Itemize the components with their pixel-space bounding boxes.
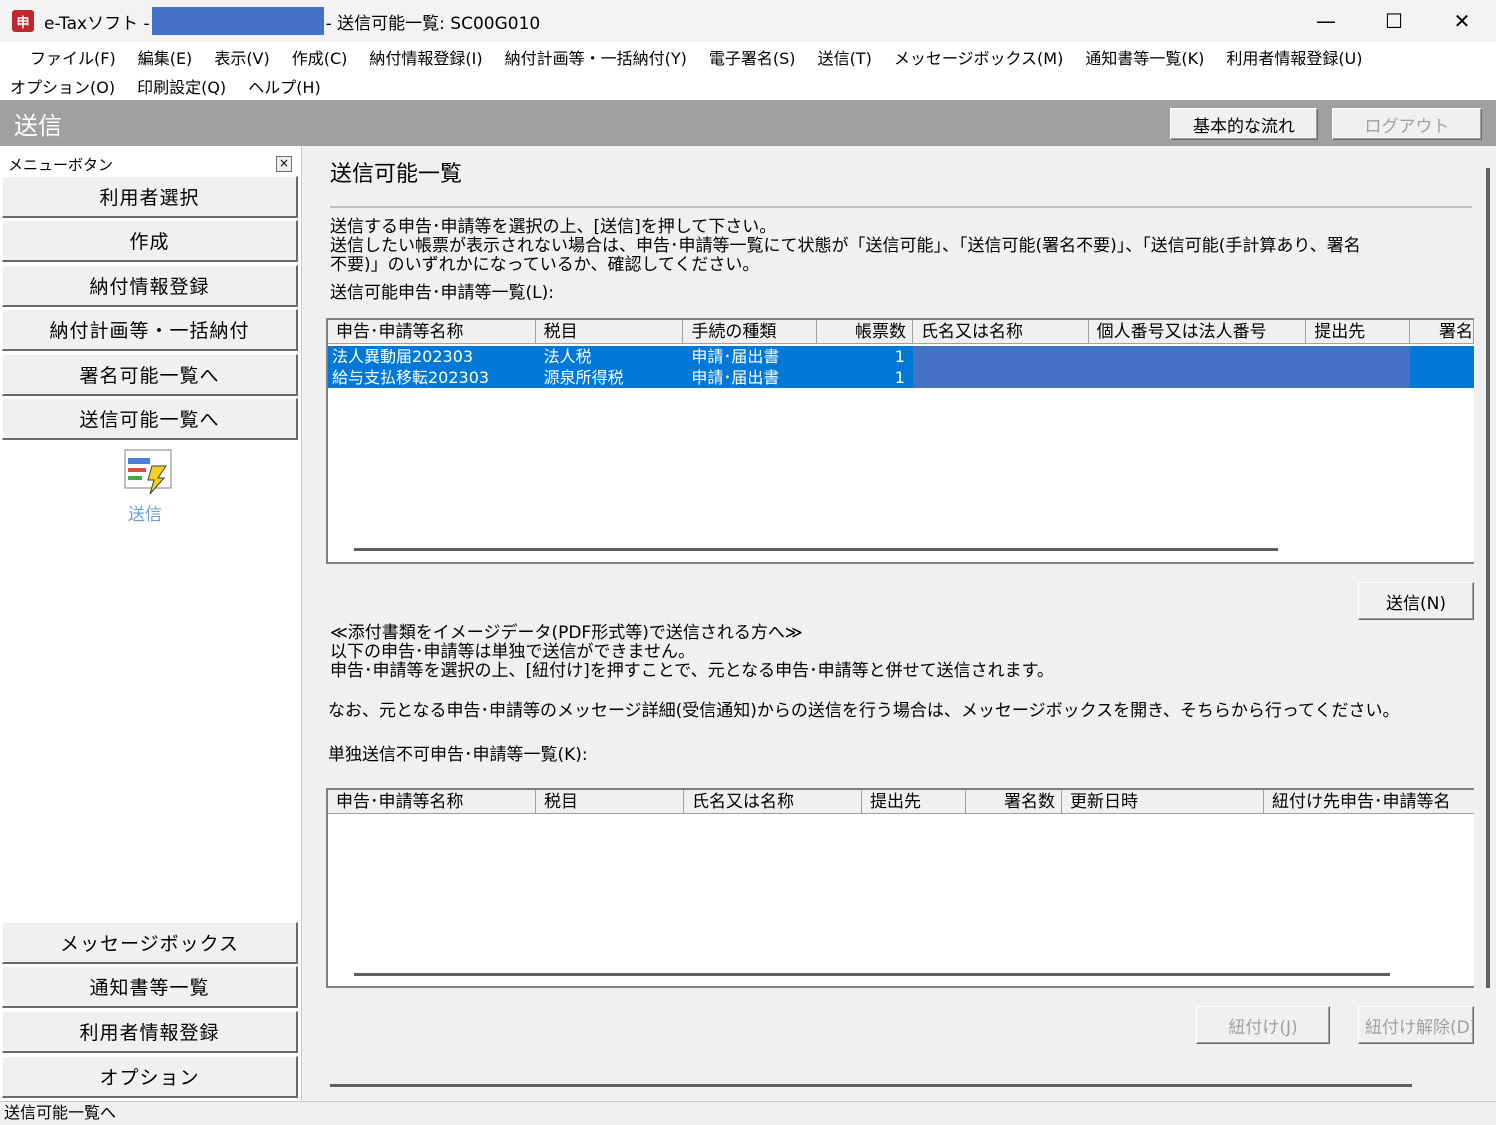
sendable-list-label: 送信可能申告･申請等一覧(L): bbox=[330, 283, 554, 303]
nav-payment-plan-button[interactable]: 納付計画等・一括納付 bbox=[2, 309, 298, 351]
attachment-notice-text-1: 以下の申告･申請等は単独で送信ができません。 bbox=[330, 642, 695, 662]
row-signature bbox=[1410, 346, 1474, 367]
redacted-user-name bbox=[151, 7, 324, 35]
col-header-name[interactable]: 申告･申請等名称 bbox=[328, 320, 536, 343]
redacted-taxpayer-info bbox=[912, 346, 1411, 367]
window-title-prefix: e-Taxソフト - bbox=[44, 13, 150, 34]
menu-signature[interactable]: 電子署名(S) bbox=[709, 45, 806, 69]
menu-help[interactable]: ヘルプ(H) bbox=[248, 74, 331, 98]
app-icon: 申 bbox=[12, 10, 34, 32]
menu-user-info[interactable]: 利用者情報登録(U) bbox=[1226, 45, 1372, 69]
nav-options-button[interactable]: オプション bbox=[2, 1056, 298, 1098]
col-header-tax[interactable]: 税目 bbox=[536, 790, 684, 813]
nav-signable-list-button[interactable]: 署名可能一覧へ bbox=[2, 354, 298, 396]
nav-user-select-button[interactable]: 利用者選択 bbox=[2, 176, 298, 218]
send-icon[interactable] bbox=[124, 448, 174, 498]
menu-send[interactable]: 送信(T) bbox=[818, 45, 882, 69]
row-name: 法人異動届202303 bbox=[332, 347, 474, 366]
row-name: 給与支払移転202303 bbox=[332, 368, 490, 387]
menu-print-settings[interactable]: 印刷設定(Q) bbox=[137, 74, 236, 98]
row-form-count: 1 bbox=[894, 368, 905, 387]
col-header-signature[interactable]: 署名 bbox=[1410, 320, 1474, 343]
nav-payment-info-button[interactable]: 納付情報登録 bbox=[2, 265, 298, 307]
menu-message-box[interactable]: メッセージボックス(M) bbox=[894, 45, 1074, 69]
attachment-notice-heading: ≪添付書類をイメージデータ(PDF形式等)で送信される方へ≫ bbox=[330, 623, 803, 643]
col-header-name[interactable]: 申告･申請等名称 bbox=[328, 790, 536, 813]
row-tax: 法人税 bbox=[543, 347, 592, 366]
col-header-linked-to[interactable]: 紐付け先申告･申請等名 bbox=[1264, 790, 1474, 813]
instruction-text-3: 不要)」のいずれかになっているか、確認してください。 bbox=[330, 255, 760, 275]
menu-options[interactable]: オプション(O) bbox=[10, 74, 125, 98]
grid-header: 申告･申請等名称 税目 手続の種類 帳票数 氏名又は名称 個人番号又は法人番号 … bbox=[328, 320, 1474, 344]
logout-button[interactable]: ログアウト bbox=[1332, 108, 1482, 140]
col-header-id-number[interactable]: 個人番号又は法人番号 bbox=[1089, 320, 1307, 343]
basic-flow-button[interactable]: 基本的な流れ bbox=[1170, 108, 1318, 140]
attachment-notice-text-3: なお、元となる申告･申請等のメッセージ詳細(受信通知)からの送信を行う場合は、メ… bbox=[328, 701, 1400, 721]
col-header-submit-to[interactable]: 提出先 bbox=[1306, 320, 1411, 343]
menu-create[interactable]: 作成(C) bbox=[292, 45, 358, 69]
menu-button-panel: メニューボタン × 利用者選択 作成 納付情報登録 納付計画等・一括納付 署名可… bbox=[0, 146, 302, 1101]
nav-create-button[interactable]: 作成 bbox=[2, 220, 298, 262]
col-header-taxpayer-name[interactable]: 氏名又は名称 bbox=[913, 320, 1089, 343]
table-row[interactable]: 給与支払移転202303 源泉所得税 申請･届出書 1 bbox=[328, 367, 1474, 388]
col-header-updated-at[interactable]: 更新日時 bbox=[1062, 790, 1264, 813]
nav-sendable-list-button[interactable]: 送信可能一覧へ bbox=[2, 398, 298, 440]
row-form-count: 1 bbox=[894, 347, 905, 366]
title-bar: 申 e-Taxソフト - - 送信可能一覧: SC00G010 — ☐ ✕ bbox=[0, 0, 1496, 42]
main-vertical-scrollbar[interactable] bbox=[1486, 168, 1490, 988]
status-bar: 送信可能一覧へ bbox=[0, 1101, 1496, 1125]
menu-edit[interactable]: 編集(E) bbox=[138, 45, 203, 69]
screen-title: 送信 bbox=[14, 112, 62, 140]
link-button[interactable]: 紐付け(J) bbox=[1196, 1006, 1330, 1044]
unlink-button[interactable]: 紐付け解除(D) bbox=[1358, 1006, 1474, 1044]
grid2-horizontal-scrollbar[interactable] bbox=[354, 973, 1390, 976]
main-horizontal-scrollbar[interactable] bbox=[330, 1084, 1412, 1087]
instruction-text-2: 送信したい帳票が表示されない場合は、申告･申請等一覧にて状態が「送信可能」、「送… bbox=[330, 236, 1361, 256]
send-icon-label[interactable]: 送信 bbox=[128, 500, 162, 525]
col-header-procedure[interactable]: 手続の種類 bbox=[683, 320, 818, 343]
nav-notice-list-button[interactable]: 通知書等一覧 bbox=[2, 966, 298, 1008]
page-title: 送信可能一覧 bbox=[330, 162, 463, 187]
screen-header: 送信 基本的な流れ ログアウト bbox=[0, 100, 1496, 146]
window-title: e-Taxソフト - - 送信可能一覧: SC00G010 bbox=[44, 7, 540, 35]
grid1-horizontal-scrollbar[interactable] bbox=[354, 548, 1278, 551]
standalone-unsendable-grid[interactable]: 申告･申請等名称 税目 氏名又は名称 提出先 署名数 更新日時 紐付け先申告･申… bbox=[326, 788, 1474, 988]
menu-file[interactable]: ファイル(F) bbox=[30, 45, 126, 69]
maximize-button[interactable]: ☐ bbox=[1360, 0, 1428, 42]
menu-panel-close-icon[interactable]: × bbox=[276, 156, 292, 172]
menu-notice-list[interactable]: 通知書等一覧(K) bbox=[1085, 45, 1214, 69]
window-title-suffix: - 送信可能一覧: SC00G010 bbox=[325, 13, 541, 34]
close-button[interactable]: ✕ bbox=[1428, 0, 1496, 42]
title-divider bbox=[330, 206, 1472, 208]
col-header-submit-to[interactable]: 提出先 bbox=[862, 790, 966, 813]
col-header-taxpayer-name[interactable]: 氏名又は名称 bbox=[684, 790, 862, 813]
grid-header: 申告･申請等名称 税目 氏名又は名称 提出先 署名数 更新日時 紐付け先申告･申… bbox=[328, 790, 1474, 814]
row-tax: 源泉所得税 bbox=[543, 368, 624, 387]
sendable-list-grid[interactable]: 申告･申請等名称 税目 手続の種類 帳票数 氏名又は名称 個人番号又は法人番号 … bbox=[326, 318, 1474, 564]
row-procedure: 申請･届出書 bbox=[691, 368, 780, 387]
menu-payment-plan[interactable]: 納付計画等・一括納付(Y) bbox=[505, 45, 697, 69]
standalone-unsendable-list-label: 単独送信不可申告･申請等一覧(K): bbox=[328, 745, 588, 765]
menu-panel-caption: メニューボタン bbox=[8, 156, 114, 174]
col-header-form-count[interactable]: 帳票数 bbox=[817, 320, 913, 343]
menu-payment-info[interactable]: 納付情報登録(I) bbox=[369, 45, 492, 69]
instruction-text-1: 送信する申告･申請等を選択の上、[送信]を押して下さい。 bbox=[330, 217, 777, 237]
attachment-notice-text-2: 申告･申請等を選択の上、[紐付け]を押すことで、元となる申告･申請等と併せて送信… bbox=[330, 661, 1054, 681]
row-signature bbox=[1410, 367, 1474, 388]
send-button[interactable]: 送信(N) bbox=[1358, 582, 1474, 620]
menu-view[interactable]: 表示(V) bbox=[214, 45, 279, 69]
minimize-button[interactable]: — bbox=[1292, 0, 1360, 42]
nav-user-info-button[interactable]: 利用者情報登録 bbox=[2, 1011, 298, 1053]
col-header-tax[interactable]: 税目 bbox=[536, 320, 684, 343]
sendable-list-panel: 送信可能一覧 送信する申告･申請等を選択の上、[送信]を押して下さい。 送信した… bbox=[302, 146, 1496, 1101]
col-header-signature-count[interactable]: 署名数 bbox=[966, 790, 1062, 813]
nav-message-box-button[interactable]: メッセージボックス bbox=[2, 922, 298, 964]
table-row[interactable]: 法人異動届202303 法人税 申請･届出書 1 bbox=[328, 346, 1474, 367]
menu-bar: ファイル(F) 編集(E) 表示(V) 作成(C) 納付情報登録(I) 納付計画… bbox=[0, 42, 1496, 100]
row-procedure: 申請･届出書 bbox=[691, 347, 780, 366]
redacted-taxpayer-info bbox=[912, 367, 1411, 388]
